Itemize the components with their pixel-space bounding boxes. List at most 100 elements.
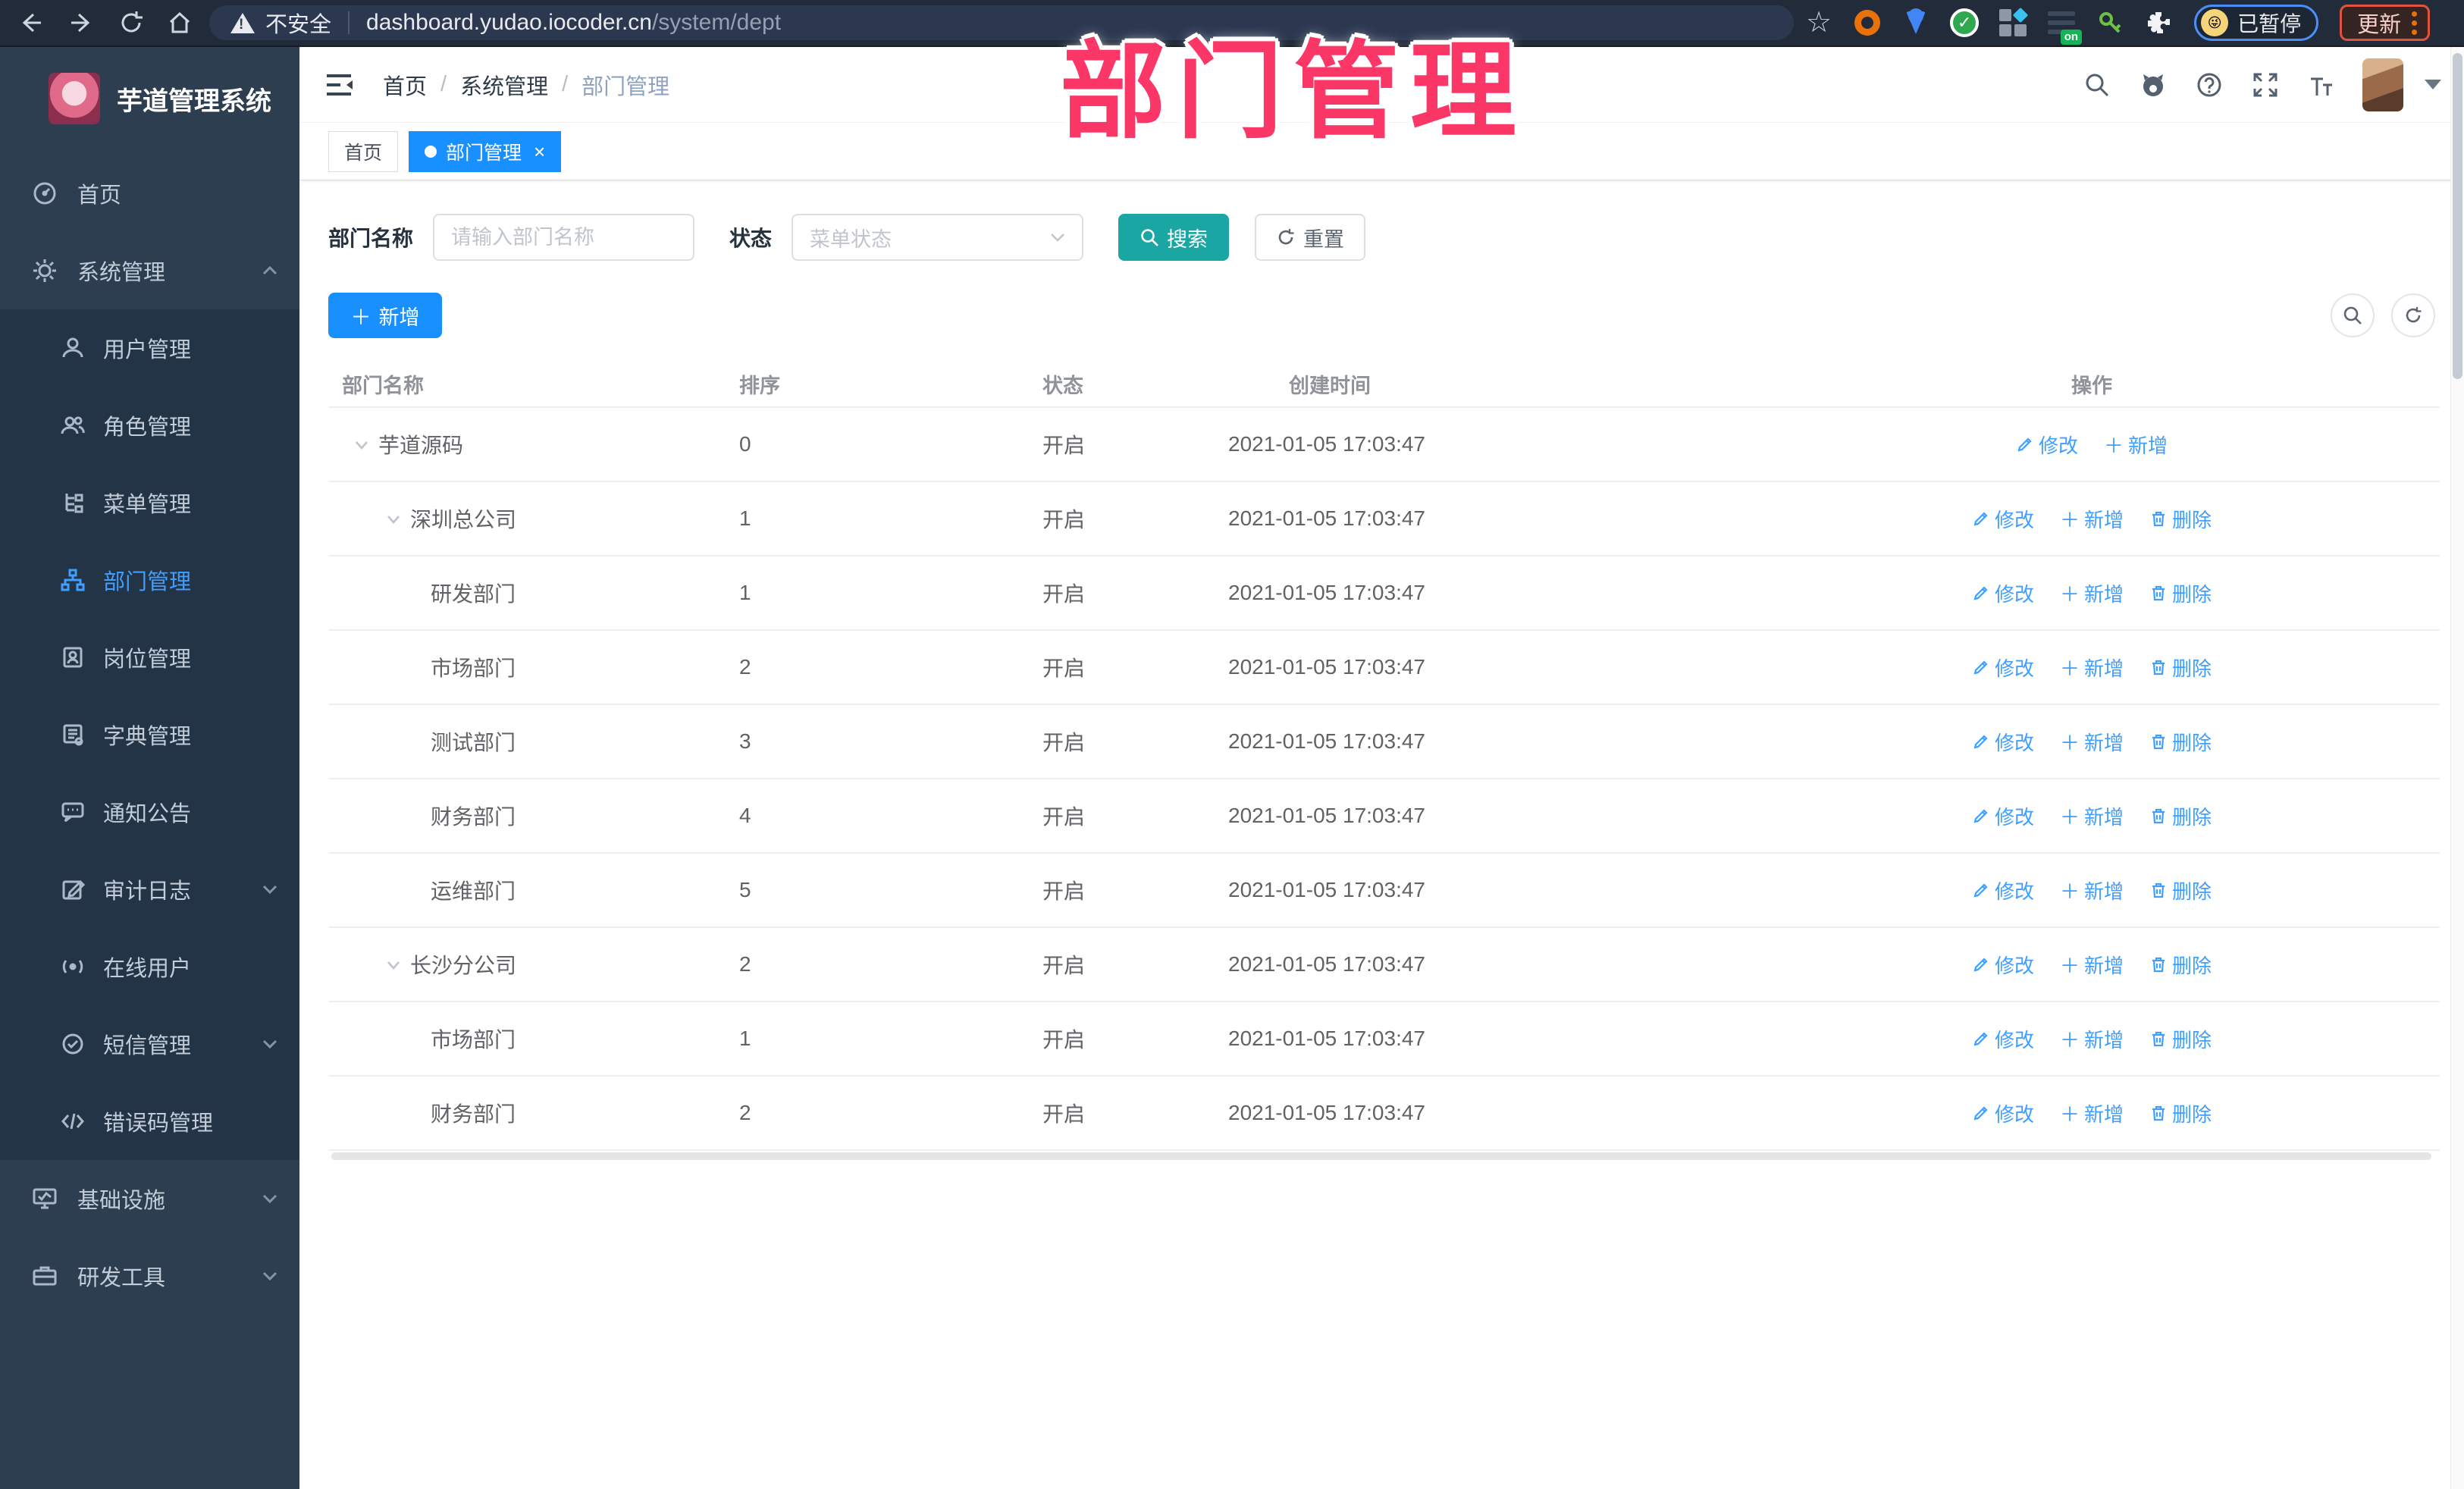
sidebar-item-users[interactable]: 用户管理	[0, 309, 299, 387]
sidebar-item-audit-log[interactable]: 审计日志	[0, 851, 299, 928]
table-row: 财务部门 2 开启 2021-01-05 17:03:47 修改 ＋新增 删除	[328, 1077, 2440, 1151]
delete-link[interactable]: 删除	[2149, 876, 2212, 904]
browser-forward-icon[interactable]	[65, 7, 97, 39]
github-icon[interactable]	[2138, 70, 2168, 100]
edit-link[interactable]: 修改	[1972, 951, 2034, 979]
not-secure-warning-icon[interactable]	[230, 12, 255, 33]
edit-link[interactable]: 修改	[2016, 431, 2078, 459]
hide-search-button[interactable]	[2331, 293, 2375, 337]
page-scrollbar-thumb[interactable]	[2453, 53, 2462, 379]
sidebar-item-sms[interactable]: 短信管理	[0, 1005, 299, 1083]
extension-grid-icon[interactable]	[1997, 7, 2029, 39]
edit-link[interactable]: 修改	[1972, 1025, 2034, 1053]
col-header-ops: 操作	[2071, 374, 2112, 397]
add-button[interactable]: ＋ 新增	[328, 293, 442, 338]
delete-link[interactable]: 删除	[2149, 951, 2212, 979]
browser-back-icon[interactable]	[15, 7, 47, 39]
dept-name-label: 部门名称	[328, 227, 414, 250]
edit-link[interactable]: 修改	[1972, 654, 2034, 682]
table-header-row: 部门名称 排序 状态 创建时间 操作	[328, 361, 2440, 408]
add-child-link[interactable]: ＋新增	[2060, 951, 2124, 979]
font-size-icon[interactable]	[2306, 70, 2337, 100]
fullscreen-icon[interactable]	[2250, 70, 2281, 100]
sidebar-item-notice[interactable]: 通知公告	[0, 773, 299, 851]
status-select[interactable]: 菜单状态	[792, 214, 1084, 261]
sidebar-item-dict[interactable]: 字典管理	[0, 696, 299, 773]
add-child-link[interactable]: ＋新增	[2060, 802, 2124, 830]
add-child-link[interactable]: ＋新增	[2060, 579, 2124, 607]
edit-link[interactable]: 修改	[1972, 505, 2034, 533]
sidebar-item-error-codes[interactable]: 错误码管理	[0, 1083, 299, 1160]
browser-reload-icon[interactable]	[115, 7, 147, 39]
sidebar-item-menus[interactable]: 菜单管理	[0, 464, 299, 541]
collapse-arrow-icon[interactable]	[384, 509, 403, 528]
dept-name: 财务部门	[431, 805, 516, 829]
collapse-arrow-icon[interactable]	[353, 435, 371, 453]
add-child-link[interactable]: ＋新增	[2060, 728, 2124, 756]
add-child-link[interactable]: ＋新增	[2060, 1025, 2124, 1053]
breadcrumb-home[interactable]: 首页	[383, 69, 427, 101]
app-logo-row[interactable]: 芋道管理系统	[0, 47, 299, 147]
add-child-link[interactable]: ＋新增	[2060, 876, 2124, 904]
sidebar-item-label: 首页	[77, 183, 122, 208]
page-scrollbar[interactable]	[2450, 47, 2464, 1489]
extension-key-icon[interactable]	[2094, 7, 2126, 39]
add-child-link[interactable]: ＋新增	[2060, 654, 2124, 682]
edit-link[interactable]: 修改	[1972, 728, 2034, 756]
delete-link[interactable]: 删除	[2149, 505, 2212, 533]
delete-link[interactable]: 删除	[2149, 802, 2212, 830]
edit-link[interactable]: 修改	[1972, 876, 2034, 904]
sidebar-item-departments[interactable]: 部门管理	[0, 541, 299, 619]
avatar-caret-down-icon[interactable]	[2425, 80, 2441, 89]
tab-dept-management[interactable]: 部门管理 ×	[409, 130, 562, 172]
bookmark-star-icon[interactable]: ☆	[1806, 8, 1832, 37]
delete-link[interactable]: 删除	[2149, 579, 2212, 607]
table-scrollbar-track[interactable]	[331, 1152, 2431, 1160]
search-icon[interactable]	[2082, 70, 2112, 100]
edit-link[interactable]: 修改	[1972, 802, 2034, 830]
browser-profile-chip[interactable]: 😜 已暂停	[2194, 5, 2319, 41]
extension-pin-icon[interactable]	[1900, 7, 1932, 39]
refresh-button[interactable]	[2391, 293, 2435, 337]
extension-gear-icon[interactable]	[1851, 7, 1883, 39]
sidebar-item-devtools[interactable]: 研发工具	[0, 1237, 299, 1315]
user-avatar[interactable]	[2362, 58, 2403, 111]
gear-icon	[32, 258, 58, 284]
col-header-sort: 排序	[739, 374, 780, 397]
app-logo	[49, 73, 100, 124]
edit-link[interactable]: 修改	[1972, 579, 2034, 607]
address-bar[interactable]: 不安全 dashboard.yudao.iocoder.cn/system/de…	[209, 5, 1794, 40]
sidebar-item-system[interactable]: 系统管理	[0, 232, 299, 309]
browser-update-button[interactable]: 更新	[2340, 5, 2431, 41]
collapse-arrow-icon[interactable]	[384, 955, 403, 973]
edit-link[interactable]: 修改	[1972, 1099, 2034, 1127]
add-child-link[interactable]: ＋新增	[2060, 505, 2124, 533]
dept-status: 开启	[1042, 1102, 1086, 1126]
extensions-puzzle-icon[interactable]	[2143, 7, 2174, 39]
browser-home-icon[interactable]	[164, 7, 196, 39]
dept-created: 2021-01-05 17:03:47	[1228, 432, 1425, 456]
sidebar-collapse-icon[interactable]	[322, 68, 356, 102]
add-child-link[interactable]: ＋新增	[2060, 1099, 2124, 1127]
sidebar-item-posts[interactable]: 岗位管理	[0, 619, 299, 696]
delete-link[interactable]: 删除	[2149, 654, 2212, 682]
breadcrumb-system[interactable]: 系统管理	[460, 69, 548, 101]
delete-link[interactable]: 删除	[2149, 1099, 2212, 1127]
sidebar-item-home[interactable]: 首页	[0, 155, 299, 232]
search-button[interactable]: 搜索	[1118, 214, 1230, 261]
extension-check-icon[interactable]: ✓	[1948, 7, 1980, 39]
reset-button[interactable]: 重置	[1255, 214, 1366, 261]
dept-name-input[interactable]	[433, 214, 695, 261]
sidebar-item-infra[interactable]: 基础设施	[0, 1160, 299, 1237]
add-child-link[interactable]: ＋新增	[2104, 431, 2168, 459]
delete-link[interactable]: 删除	[2149, 1025, 2212, 1053]
delete-link[interactable]: 删除	[2149, 728, 2212, 756]
browser-menu-kebab-icon[interactable]	[2412, 11, 2418, 35]
sidebar-item-roles[interactable]: 角色管理	[0, 387, 299, 464]
close-tab-icon[interactable]: ×	[534, 142, 545, 161]
dept-created: 2021-01-05 17:03:47	[1228, 878, 1425, 901]
sidebar-item-online-users[interactable]: 在线用户	[0, 928, 299, 1005]
tab-home[interactable]: 首页	[328, 130, 399, 172]
help-icon[interactable]	[2194, 70, 2224, 100]
extension-tampermonkey-icon[interactable]: on	[2045, 7, 2083, 45]
